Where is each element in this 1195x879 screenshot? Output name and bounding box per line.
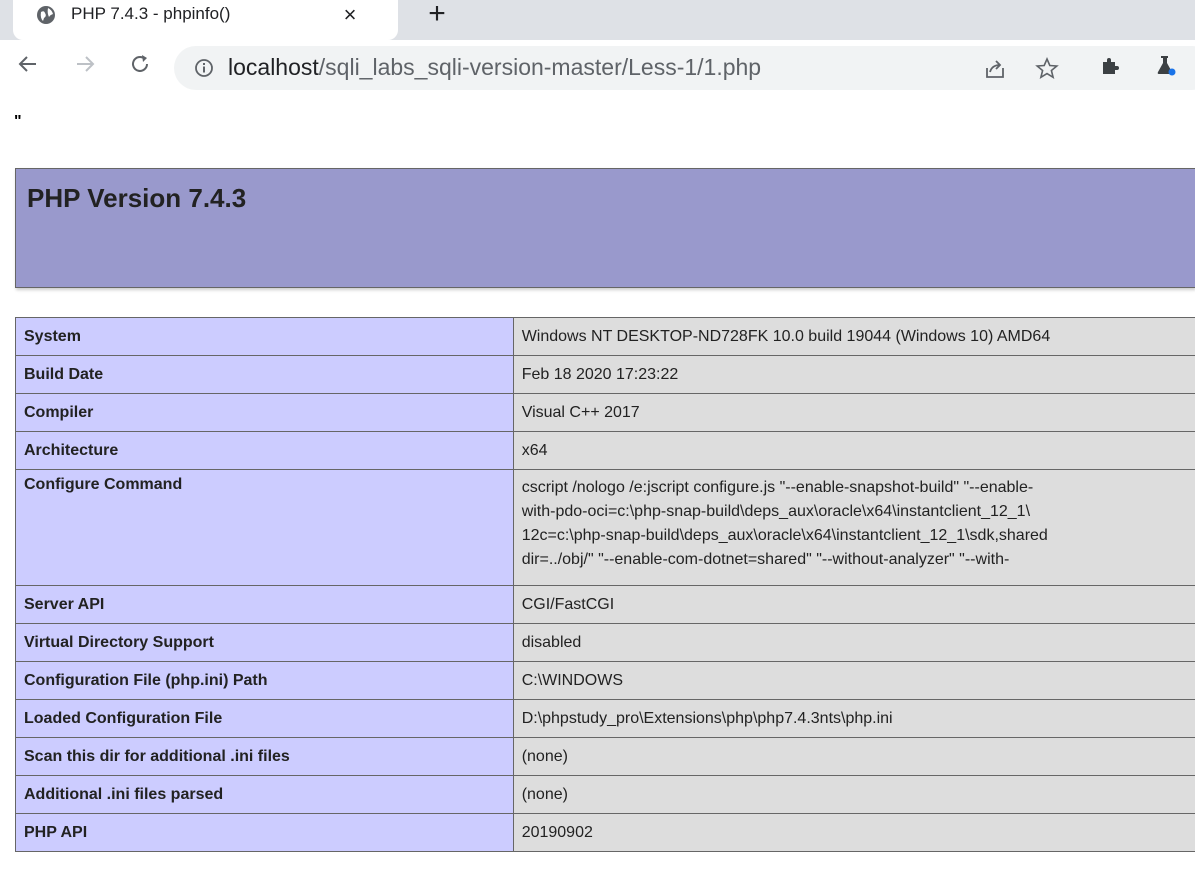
- reload-icon[interactable]: [125, 52, 155, 82]
- row-value: Windows NT DESKTOP-ND728FK 10.0 build 19…: [512, 317, 1195, 356]
- url-host: localhost: [228, 54, 319, 80]
- row-label: Compiler: [15, 393, 514, 432]
- row-value: D:\phpstudy_pro\Extensions\php\php7.4.3n…: [512, 699, 1195, 738]
- row-label: Virtual Directory Support: [15, 623, 514, 662]
- address-bar[interactable]: localhost/sqli_labs_sqli-version-master/…: [174, 46, 1195, 90]
- tab-title: PHP 7.4.3 - phpinfo(): [71, 4, 231, 23]
- table-row: Configure Command cscript /nologo /e:jscr…: [15, 469, 1195, 586]
- configure-command-line: with-pdo-oci=c:\php-snap-build\deps_aux\…: [521, 503, 1031, 520]
- table-row: Compiler Visual C++ 2017: [15, 393, 1195, 432]
- row-label: Loaded Configuration File: [15, 699, 514, 738]
- page-content: " PHP Version 7.4.3 System Windows NT DES…: [0, 97, 1195, 879]
- table-row: Architecture x64: [15, 431, 1195, 470]
- star-icon[interactable]: [1034, 56, 1060, 82]
- row-label: Configure Command: [15, 469, 514, 586]
- flask-icon[interactable]: [1150, 53, 1180, 83]
- table-row: Additional .ini files parsed (none): [15, 775, 1195, 814]
- table-row: Server API CGI/FastCGI: [15, 585, 1195, 624]
- row-value: cscript /nologo /e:jscript configure.js …: [512, 469, 1195, 586]
- url-text[interactable]: localhost/sqli_labs_sqli-version-master/…: [228, 54, 761, 81]
- row-value: C:\WINDOWS: [512, 661, 1195, 700]
- table-row: Configuration File (php.ini) Path C:\WIND…: [15, 661, 1195, 700]
- row-value: 20190902: [512, 813, 1195, 852]
- table-row: Virtual Directory Support disabled: [15, 623, 1195, 662]
- php-version-header: PHP Version 7.4.3: [15, 168, 1195, 288]
- share-icon[interactable]: [982, 56, 1008, 82]
- phpinfo-table: System Windows NT DESKTOP-ND728FK 10.0 bu…: [15, 317, 1195, 852]
- globe-icon: [35, 4, 57, 26]
- puzzle-icon[interactable]: [1096, 53, 1126, 83]
- configure-command-line: dir=../obj/" "--enable-com-dotnet=shared…: [521, 551, 1010, 568]
- row-label: Configuration File (php.ini) Path: [15, 661, 514, 700]
- configure-command-line: 12c=c:\php-snap-build\deps_aux\oracle\x6…: [521, 527, 1048, 544]
- info-icon[interactable]: [194, 58, 214, 78]
- row-value: Feb 18 2020 17:23:22: [512, 355, 1195, 394]
- table-row: System Windows NT DESKTOP-ND728FK 10.0 bu…: [15, 317, 1195, 356]
- row-value: CGI/FastCGI: [512, 585, 1195, 624]
- table-row: Loaded Configuration File D:\phpstudy_pro…: [15, 699, 1195, 738]
- row-label: PHP API: [15, 813, 514, 852]
- browser-chrome: PHP 7.4.3 - phpinfo() × + localhost/sqli…: [0, 0, 1195, 97]
- tab-strip: PHP 7.4.3 - phpinfo() × +: [0, 0, 1195, 40]
- row-label: Additional .ini files parsed: [15, 775, 514, 814]
- table-row: Scan this dir for additional .ini files(…: [15, 737, 1195, 776]
- row-value: Visual C++ 2017: [512, 393, 1195, 432]
- row-value: disabled: [512, 623, 1195, 662]
- page-title: PHP Version 7.4.3: [27, 183, 247, 213]
- table-row: PHP API 20190902: [15, 813, 1195, 852]
- row-label: Architecture: [15, 431, 514, 470]
- row-label: Build Date: [15, 355, 514, 394]
- row-label: Scan this dir for additional .ini files: [15, 737, 514, 776]
- stray-quote-text: ": [14, 113, 22, 130]
- active-tab[interactable]: PHP 7.4.3 - phpinfo() ×: [13, 0, 398, 40]
- table-row: Build Date Feb 18 2020 17:23:22: [15, 355, 1195, 394]
- row-value: (none): [512, 775, 1195, 814]
- configure-command-line: cscript /nologo /e:jscript configure.js …: [521, 479, 1034, 496]
- row-label: Server API: [15, 585, 514, 624]
- arrow-left-icon[interactable]: [13, 52, 43, 82]
- toolbar: localhost/sqli_labs_sqli-version-master/…: [0, 40, 1195, 97]
- row-value: (none): [512, 737, 1195, 776]
- url-path: /sqli_labs_sqli-version-master/Less-1/1.…: [318, 54, 762, 80]
- row-label: System: [15, 317, 514, 356]
- new-tab-button[interactable]: +: [422, 0, 452, 30]
- row-value: x64: [512, 431, 1195, 470]
- close-icon[interactable]: ×: [335, 0, 365, 30]
- arrow-right-icon[interactable]: [70, 52, 100, 82]
